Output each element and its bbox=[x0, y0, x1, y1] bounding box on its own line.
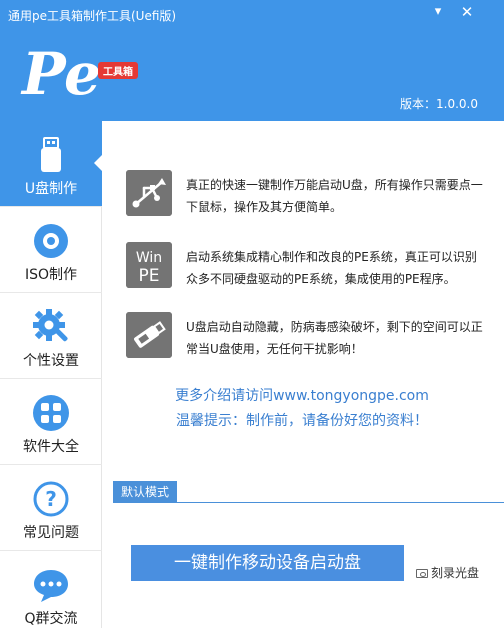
win-pe-icon: Win PE bbox=[126, 242, 172, 288]
sidebar-item-faq[interactable]: ? 常见问题 bbox=[0, 465, 102, 551]
warning-tip: 温馨提示：制作前，请备份好您的资料！ bbox=[176, 413, 428, 429]
feature-text: 真正的快速一键制作万能启动U盘，所有操作只需要点一下鼠标，操作及其方便简单。 bbox=[186, 178, 483, 214]
svg-text:Win: Win bbox=[136, 250, 162, 266]
sidebar-item-label: 个性设置 bbox=[23, 353, 79, 369]
sidebar-item-label: U盘制作 bbox=[24, 181, 78, 197]
usb-drive-icon bbox=[41, 137, 61, 172]
usb-symbol-icon bbox=[126, 170, 172, 216]
sidebar-item-usb[interactable]: U盘制作 bbox=[0, 121, 102, 207]
feature-item: Win PE 启动系统集成精心制作和改良的PE系统，真正可以识别众多不同硬盘驱动… bbox=[126, 242, 496, 292]
sidebar-item-label: 常见问题 bbox=[23, 525, 79, 541]
sidebar-item-qq-group[interactable]: Q群交流 bbox=[0, 551, 102, 628]
svg-text:?: ? bbox=[45, 487, 57, 511]
active-indicator bbox=[94, 155, 102, 171]
sidebar-item-settings[interactable]: 个性设置 bbox=[0, 293, 102, 379]
sidebar-item-iso[interactable]: ISO制作 bbox=[0, 207, 102, 293]
help-icon: ? bbox=[33, 481, 69, 517]
header-bar: 通用pe工具箱制作工具(Uefi版) ▾ ✕ Pe 工具箱 版本：1.0.0.0 bbox=[0, 0, 504, 121]
burn-disc-label: 刻录光盘 bbox=[431, 566, 480, 580]
burn-disc-button[interactable]: 刻录光盘 bbox=[416, 564, 479, 581]
burn-disc-icon bbox=[416, 569, 428, 578]
close-button[interactable]: ✕ bbox=[456, 2, 478, 22]
svg-text:PE: PE bbox=[139, 266, 160, 286]
logo-text: Pe bbox=[20, 40, 101, 104]
website-link[interactable]: 更多介绍请访问www.tongyongpe.com bbox=[0, 385, 504, 405]
usb-stick-icon bbox=[126, 312, 172, 358]
sidebar-item-label: 软件大全 bbox=[23, 439, 79, 455]
minimize-button[interactable]: ▾ bbox=[427, 2, 449, 22]
feature-item: U盘启动自动隐藏，防病毒感染破坏，剩下的空间可以正常当U盘使用，无任何干扰影响！ bbox=[126, 312, 496, 362]
sidebar-item-label: Q群交流 bbox=[24, 611, 78, 627]
sidebar-item-label: ISO制作 bbox=[24, 267, 78, 283]
disc-icon bbox=[34, 224, 68, 258]
sidebar: U盘制作 ISO制作 个性设置 软件大全 ? 常见问题 Q群交流 bbox=[0, 121, 102, 628]
tab-default-mode[interactable]: 默认模式 bbox=[113, 481, 178, 503]
make-boot-disk-button[interactable]: 一键制作移动设备启动盘 bbox=[131, 545, 404, 581]
window-title: 通用pe工具箱制作工具(Uefi版) bbox=[8, 9, 177, 23]
feature-text: U盘启动自动隐藏，防病毒感染破坏，剩下的空间可以正常当U盘使用，无任何干扰影响！ bbox=[186, 320, 483, 356]
tab-underline bbox=[113, 502, 504, 503]
logo-badge: 工具箱 bbox=[98, 62, 138, 79]
gear-icon bbox=[33, 309, 68, 342]
feature-text: 启动系统集成精心制作和改良的PE系统，真正可以识别众多不同硬盘驱动的PE系统，集… bbox=[186, 250, 477, 286]
version-label: 版本：1.0.0.0 bbox=[400, 97, 478, 111]
chat-icon bbox=[34, 570, 68, 602]
feature-item: 真正的快速一键制作万能启动U盘，所有操作只需要点一下鼠标，操作及其方便简单。 bbox=[126, 170, 496, 220]
